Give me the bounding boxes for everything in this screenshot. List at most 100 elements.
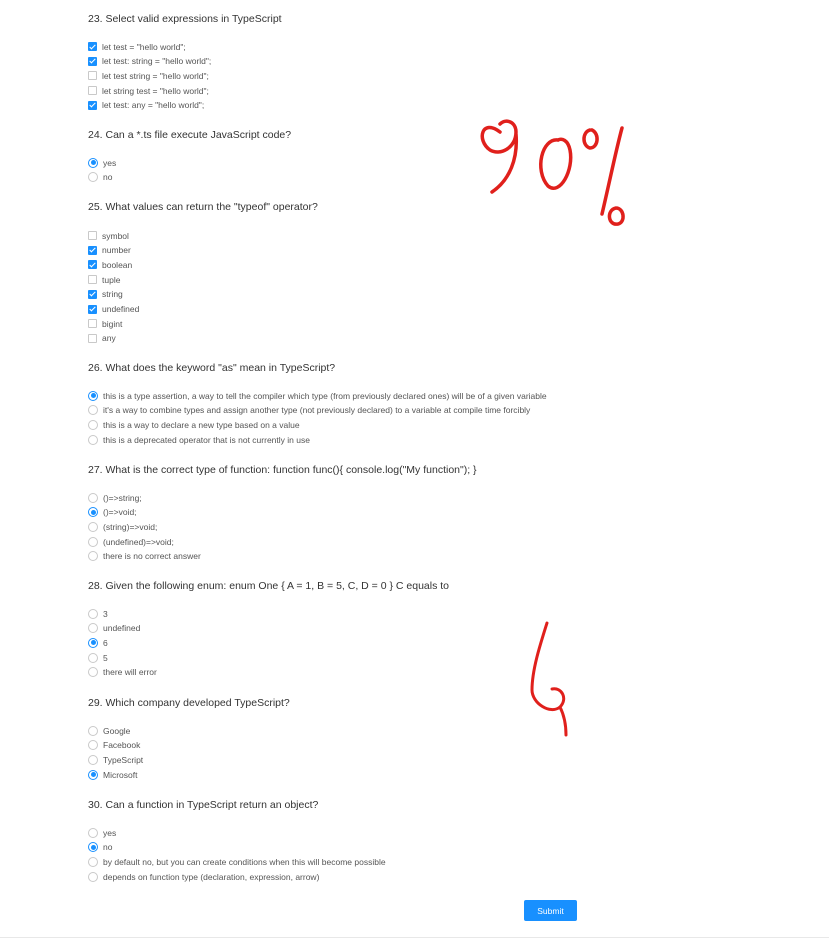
radio-option[interactable]: undefined [88,621,140,636]
checkbox-option[interactable]: tuple [88,272,120,287]
radio-option[interactable]: this is a type assertion, a way to tell … [88,388,547,403]
checkbox[interactable] [88,319,97,329]
radio-button[interactable] [88,637,98,648]
checkbox-option[interactable]: string [88,287,123,302]
radio-option[interactable]: depends on function type (declaration, e… [88,869,319,884]
checkbox-option[interactable]: undefined [88,302,139,317]
radio-button[interactable] [88,827,98,838]
radio-button[interactable] [88,667,98,678]
radio-option[interactable]: (string)=>void; [88,519,157,534]
radio-button[interactable] [88,740,98,751]
radio-option[interactable]: there will error [88,665,157,680]
checkbox-option[interactable]: let test = "hello world"; [88,39,186,54]
radio-button[interactable] [88,769,98,780]
radio-option[interactable]: ()=>void; [88,505,137,520]
option-label: there is no correct answer [103,551,201,562]
option-label: let test: any = "hello world"; [102,100,205,111]
checkbox[interactable] [88,304,97,314]
radio-option[interactable]: yes [88,825,116,840]
question-title: 28. Given the following enum: enum One {… [88,580,450,592]
option-label: by default no, but you can create condit… [103,856,386,867]
radio-button[interactable] [88,725,98,736]
radio-option[interactable]: (undefined)=>void; [88,534,174,549]
checkbox-option[interactable]: let test: string = "hello world"; [88,54,211,69]
radio-button[interactable] [88,652,98,663]
option-label: symbol [102,230,129,241]
checkbox[interactable] [88,245,97,255]
checkbox[interactable] [88,71,97,81]
radio-button[interactable] [88,157,98,168]
option-label: let test = "hello world"; [102,41,186,52]
checkbox[interactable] [88,100,97,110]
question-title: 30. Can a function in TypeScript return … [88,799,319,811]
checkbox-option[interactable]: number [88,243,131,258]
checkbox-option[interactable]: let test string = "hello world"; [88,68,209,83]
radio-option[interactable]: it's a way to combine types and assign a… [88,403,530,418]
checkbox-option[interactable]: let test: any = "hello world"; [88,98,204,113]
option-label: this is a type assertion, a way to tell … [103,390,547,401]
radio-button[interactable] [88,871,98,882]
option-label: it's a way to combine types and assign a… [103,405,531,416]
radio-button[interactable] [88,842,98,853]
radio-option[interactable]: this is a way to declare a new type base… [88,417,300,432]
option-label: (string)=>void; [103,521,158,532]
question-title: 25. What values can return the "typeof" … [88,201,318,213]
checkbox[interactable] [88,289,97,299]
radio-option[interactable]: TypeScript [88,752,143,767]
checkbox[interactable] [88,275,97,285]
option-label: 5 [103,652,108,663]
radio-option[interactable]: there is no correct answer [88,549,201,564]
radio-option[interactable]: no [88,840,112,855]
footer-divider [0,937,829,938]
option-label: depends on function type (declaration, e… [103,871,320,882]
radio-option[interactable]: no [88,170,112,185]
option-label: any [102,333,116,344]
checkbox[interactable] [88,42,97,51]
checkbox-option[interactable]: boolean [88,257,132,272]
radio-button[interactable] [88,551,98,562]
submit-button[interactable]: Submit [524,900,577,921]
option-label: undefined [103,623,141,634]
checkbox[interactable] [88,333,97,343]
checkbox[interactable] [88,86,97,96]
radio-option[interactable]: 6 [88,635,108,650]
radio-button[interactable] [88,608,98,619]
radio-option[interactable]: Microsoft [88,767,137,782]
radio-button[interactable] [88,623,98,634]
radio-button[interactable] [88,754,98,765]
radio-option[interactable]: by default no, but you can create condit… [88,854,386,869]
radio-button[interactable] [88,172,98,183]
question-title: 26. What does the keyword "as" mean in T… [88,362,336,374]
radio-option[interactable]: ()=>string; [88,490,142,505]
radio-option[interactable]: 5 [88,650,108,665]
radio-option[interactable]: this is a deprecated operator that is no… [88,432,310,447]
radio-option[interactable]: Google [88,723,130,738]
radio-button[interactable] [88,390,98,401]
option-label: TypeScript [103,754,144,765]
checkbox-option[interactable]: any [88,331,116,346]
option-label: 6 [103,637,108,648]
checkbox-option[interactable]: bigint [88,316,122,331]
radio-button[interactable] [88,405,98,416]
radio-button[interactable] [88,856,98,867]
option-label: 3 [103,608,108,619]
checkbox-option[interactable]: let string test = "hello world"; [88,83,209,98]
checkbox-option[interactable]: symbol [88,228,129,243]
checkbox[interactable] [88,260,97,270]
radio-option[interactable]: Facebook [88,738,140,753]
radio-option[interactable]: 3 [88,606,108,621]
option-label: boolean [102,259,133,270]
radio-button[interactable] [88,521,98,532]
radio-button[interactable] [88,536,98,547]
option-label: yes [103,827,117,838]
radio-button[interactable] [88,492,98,503]
option-label: Facebook [103,740,141,751]
radio-button[interactable] [88,419,98,430]
checkbox[interactable] [88,56,97,66]
radio-option[interactable]: yes [88,155,116,170]
checkbox[interactable] [88,231,97,240]
option-label: (undefined)=>void; [103,536,174,547]
option-label: tuple [102,274,121,285]
radio-button[interactable] [88,507,98,518]
radio-button[interactable] [88,434,98,445]
